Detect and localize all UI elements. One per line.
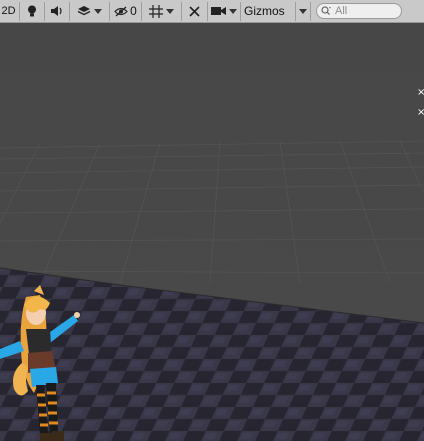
search-icon <box>321 4 332 18</box>
chevron-down-icon <box>229 8 237 14</box>
mode-2d-button[interactable]: 2D <box>0 1 20 21</box>
hidden-objects-toggle[interactable]: 0 <box>110 1 142 21</box>
hidden-count: 0 <box>130 4 137 18</box>
scene-canvas <box>0 23 424 441</box>
eye-slash-icon <box>114 6 129 17</box>
audio-toggle[interactable] <box>45 1 70 21</box>
camera-icon <box>211 6 226 16</box>
tools-icon <box>188 5 201 18</box>
chevron-down-icon <box>166 8 174 14</box>
layers-icon <box>77 5 91 17</box>
scene-viewport[interactable]: × × <box>0 23 424 441</box>
lightbulb-icon <box>27 5 37 18</box>
search-placeholder: All <box>335 5 348 17</box>
grid-snapping-dropdown[interactable] <box>142 1 182 21</box>
effects-dropdown[interactable] <box>70 1 110 21</box>
orientation-gizmo-fragment[interactable]: × × <box>417 87 424 118</box>
camera-dropdown[interactable] <box>208 1 241 21</box>
mode-2d-label: 2D <box>1 5 16 17</box>
search-field[interactable]: All <box>316 3 402 19</box>
speaker-icon <box>50 5 64 17</box>
chevron-down-icon <box>94 8 102 14</box>
chevron-down-icon <box>299 8 307 14</box>
gizmos-dropdown[interactable]: Gizmos <box>241 1 311 21</box>
tools-toggle[interactable] <box>182 1 208 21</box>
scene-toolbar: 2D 0 Gizmos All <box>0 0 424 23</box>
scene-view-window: 2D 0 Gizmos All × × <box>0 0 424 441</box>
gizmos-label: Gizmos <box>244 4 285 18</box>
grid-snap-icon <box>149 4 163 18</box>
lighting-toggle[interactable] <box>20 1 45 21</box>
